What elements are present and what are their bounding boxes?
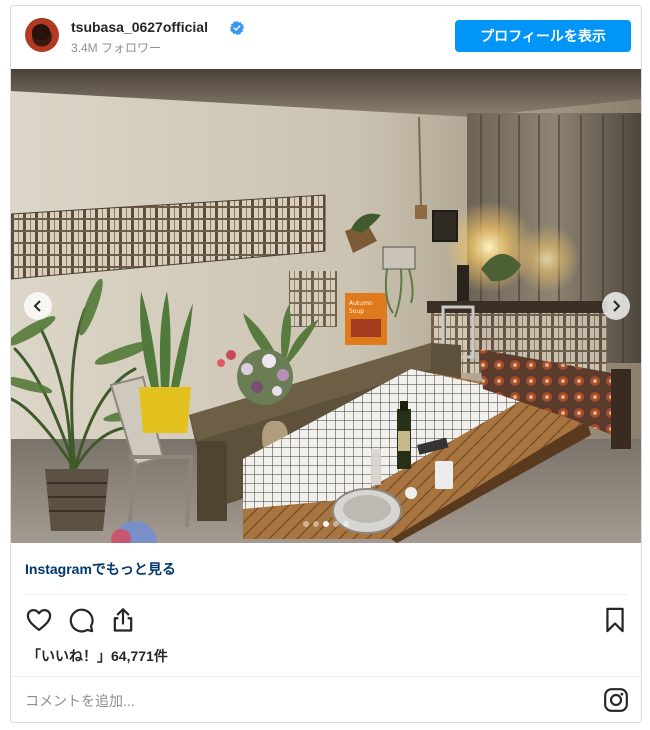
divider <box>25 594 627 595</box>
chevron-right-icon <box>613 300 621 312</box>
username[interactable]: tsubasa_0627official <box>71 19 208 35</box>
carousel-dot <box>303 521 309 527</box>
follower-count: 3.4M フォロワー <box>71 41 162 55</box>
carousel-dot <box>333 521 339 527</box>
instagram-embed-card: tsubasa_0627official 3.4M フォロワー プロフィールを表… <box>10 5 642 723</box>
avatar[interactable] <box>25 18 59 52</box>
view-profile-button[interactable]: プロフィールを表示 <box>455 20 631 52</box>
action-bar <box>25 606 627 636</box>
comment-bar: コメントを追加... <box>11 676 641 723</box>
bookmark-icon[interactable] <box>601 606 629 634</box>
heart-icon[interactable] <box>25 606 53 634</box>
chevron-left-icon <box>33 300 41 312</box>
room-photo: Autumn Soup <box>11 69 641 543</box>
view-more-on-instagram-link[interactable]: Instagramでもっと見る <box>25 559 176 579</box>
instagram-icon[interactable] <box>603 687 629 713</box>
carousel-indicator <box>11 521 641 527</box>
post-photo[interactable]: Autumn Soup <box>11 69 641 543</box>
carousel-dot-active <box>323 521 329 527</box>
verified-icon <box>230 21 244 35</box>
post-header: tsubasa_0627official 3.4M フォロワー プロフィールを表… <box>11 6 641 68</box>
share-icon[interactable] <box>109 606 137 634</box>
comment-input[interactable]: コメントを追加... <box>25 691 135 711</box>
comment-icon[interactable] <box>67 606 95 634</box>
next-photo-button[interactable] <box>602 292 630 320</box>
like-count[interactable]: 「いいね！」64,771件 <box>27 646 168 666</box>
carousel-dot <box>313 521 319 527</box>
carousel-dot <box>343 521 349 527</box>
previous-photo-button[interactable] <box>24 292 52 320</box>
poster-text-1: Autumn <box>349 300 373 307</box>
poster-text-2: Soup <box>349 308 364 315</box>
